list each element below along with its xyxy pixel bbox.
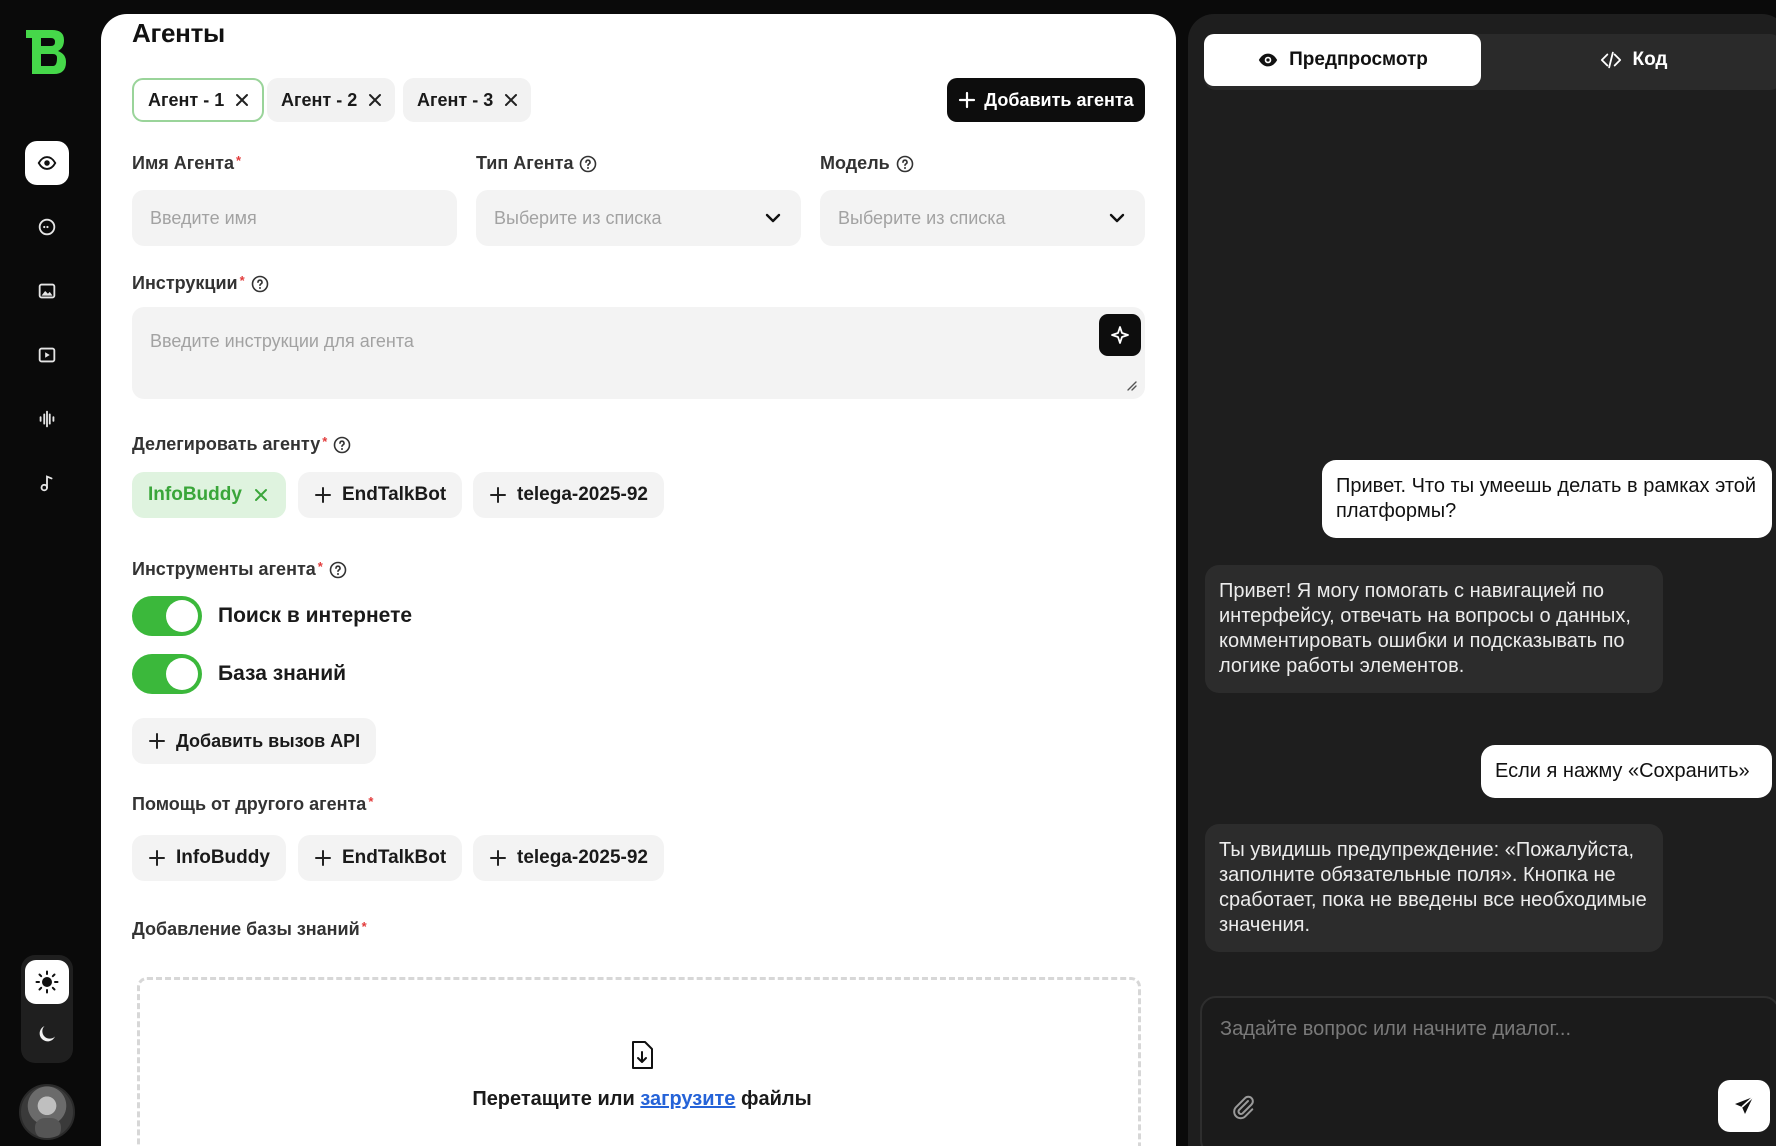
send-icon	[1735, 1096, 1754, 1114]
close-icon[interactable]	[234, 92, 250, 108]
help-icon[interactable]	[333, 436, 351, 454]
knowledge-base-toggle[interactable]	[132, 654, 202, 694]
plus-icon	[315, 850, 331, 866]
rail-item-video[interactable]	[25, 333, 69, 377]
tab-agent-1[interactable]: Агент - 1	[132, 78, 265, 122]
plus-icon	[315, 487, 331, 503]
audio-wave-icon	[39, 410, 55, 428]
tab-label: Агент - 3	[417, 89, 494, 110]
plus-icon	[149, 850, 165, 866]
chat-composer[interactable]: Задайте вопрос или начните диалог...	[1200, 996, 1776, 1146]
add-api-call-button[interactable]: Добавить вызов API	[132, 718, 377, 764]
composer-input[interactable]: Задайте вопрос или начните диалог...	[1220, 1018, 1571, 1041]
add-agent-label: Добавить агента	[984, 89, 1134, 110]
upload-link[interactable]: загрузите	[640, 1088, 735, 1110]
instructions-label: Инструкции *	[132, 273, 269, 294]
tab-agent-2[interactable]: Агент - 2	[267, 78, 396, 122]
theme-switcher	[21, 955, 73, 1063]
agent-type-select[interactable]: Выберите из списка	[476, 190, 801, 246]
help-chip-endtalkbot[interactable]: EndTalkBot	[298, 835, 463, 881]
instructions-textarea[interactable]: Введите инструкции для агента	[132, 307, 1145, 399]
page-title: Агенты	[132, 18, 225, 48]
help-chip-infobuddy[interactable]: InfoBuddy	[132, 835, 286, 881]
help-icon[interactable]	[896, 155, 914, 173]
tab-agent-3[interactable]: Агент - 3	[403, 78, 532, 122]
chat-message-bot: Ты увидишь предупреждение: «Пожалуйста, …	[1205, 824, 1663, 952]
theme-light-button[interactable]	[25, 960, 69, 1004]
delegate-chip-endtalkbot[interactable]: EndTalkBot	[298, 472, 463, 518]
preview-panel: Предпросмотр Код Привет. Что ты умеешь д…	[1188, 14, 1776, 1146]
model-label: Модель	[820, 153, 914, 174]
rail-item-agents[interactable]	[25, 141, 69, 185]
agent-name-label: Имя Агента *	[132, 153, 242, 173]
help-from-label: Помощь от другого агента *	[132, 794, 374, 814]
code-icon	[1601, 51, 1622, 69]
plus-icon	[149, 733, 165, 749]
close-icon[interactable]	[252, 486, 270, 504]
image-icon	[38, 283, 56, 299]
rail-item-image[interactable]	[25, 269, 69, 313]
help-chip-telega[interactable]: telega-2025-92	[473, 835, 664, 881]
moon-icon	[39, 1026, 55, 1042]
chevron-down-icon	[1109, 213, 1125, 223]
chat-message-user: Если я нажму «Сохранить»	[1481, 745, 1772, 798]
tab-label: Агент - 2	[281, 89, 358, 110]
tab-preview[interactable]: Предпросмотр	[1204, 34, 1481, 86]
help-icon[interactable]	[251, 275, 269, 293]
plus-icon	[490, 850, 506, 866]
app-root: Агенты Агент - 1 Агент - 2 Агент - 3 Доб…	[0, 0, 1776, 1146]
delegate-chip-telega[interactable]: telega-2025-92	[473, 472, 664, 518]
tab-label: Агент - 1	[148, 89, 225, 110]
agent-name-input[interactable]: Введите имя	[132, 190, 457, 246]
dropzone-text: Перетащите или загрузите файлы	[472, 1088, 812, 1110]
sparkle-icon	[1111, 326, 1129, 344]
theme-dark-button[interactable]	[25, 1012, 69, 1056]
plus-icon	[959, 91, 976, 109]
sun-icon	[35, 970, 59, 994]
chat-message-bot: Привет! Я могу помогать с навигацией по …	[1205, 565, 1663, 693]
knowledge-base-label: База знаний	[218, 662, 347, 685]
add-agent-button[interactable]: Добавить агента	[947, 78, 1145, 122]
agents-eye-icon	[37, 156, 57, 170]
left-rail	[0, 0, 100, 1146]
avatar[interactable]	[19, 1084, 75, 1140]
resize-handle-icon[interactable]	[1125, 379, 1137, 391]
knowledge-upload-label: Добавление базы знаний *	[132, 919, 367, 939]
chat-message-user: Привет. Что ты умеешь делать в рамках эт…	[1322, 460, 1772, 538]
send-button[interactable]	[1718, 1080, 1770, 1132]
agent-editor-panel: Агенты Агент - 1 Агент - 2 Агент - 3 Доб…	[101, 14, 1176, 1146]
close-icon[interactable]	[503, 92, 519, 108]
delegate-chip-infobuddy[interactable]: InfoBuddy	[132, 472, 286, 518]
eye-icon	[1258, 53, 1278, 67]
help-icon[interactable]	[579, 155, 597, 173]
web-search-toggle[interactable]	[132, 596, 202, 636]
help-icon[interactable]	[329, 561, 347, 579]
rail-item-music[interactable]	[25, 461, 69, 505]
brand-logo-icon[interactable]	[24, 26, 70, 78]
paperclip-icon[interactable]	[1230, 1094, 1256, 1120]
agent-type-label: Тип Агента	[476, 153, 597, 174]
chevron-down-icon	[765, 213, 781, 223]
plus-icon	[490, 487, 506, 503]
tools-label: Инструменты агента *	[132, 559, 347, 580]
rail-item-audio[interactable]	[25, 397, 69, 441]
web-search-label: Поиск в интернете	[218, 604, 413, 627]
model-select[interactable]: Выберите из списка	[820, 190, 1145, 246]
close-icon[interactable]	[367, 92, 383, 108]
ai-generate-button[interactable]	[1099, 314, 1141, 356]
music-note-icon	[40, 475, 53, 492]
tab-code[interactable]: Код	[1494, 34, 1774, 86]
file-dropzone[interactable]: Перетащите или загрузите файлы	[137, 977, 1141, 1146]
chat-icon	[38, 218, 56, 236]
video-icon	[38, 347, 56, 363]
file-upload-icon	[632, 1041, 653, 1069]
preview-code-switch: Предпросмотр Код	[1204, 34, 1776, 90]
rail-item-chat[interactable]	[25, 205, 69, 249]
delegate-label: Делегировать агенту *	[132, 434, 351, 455]
